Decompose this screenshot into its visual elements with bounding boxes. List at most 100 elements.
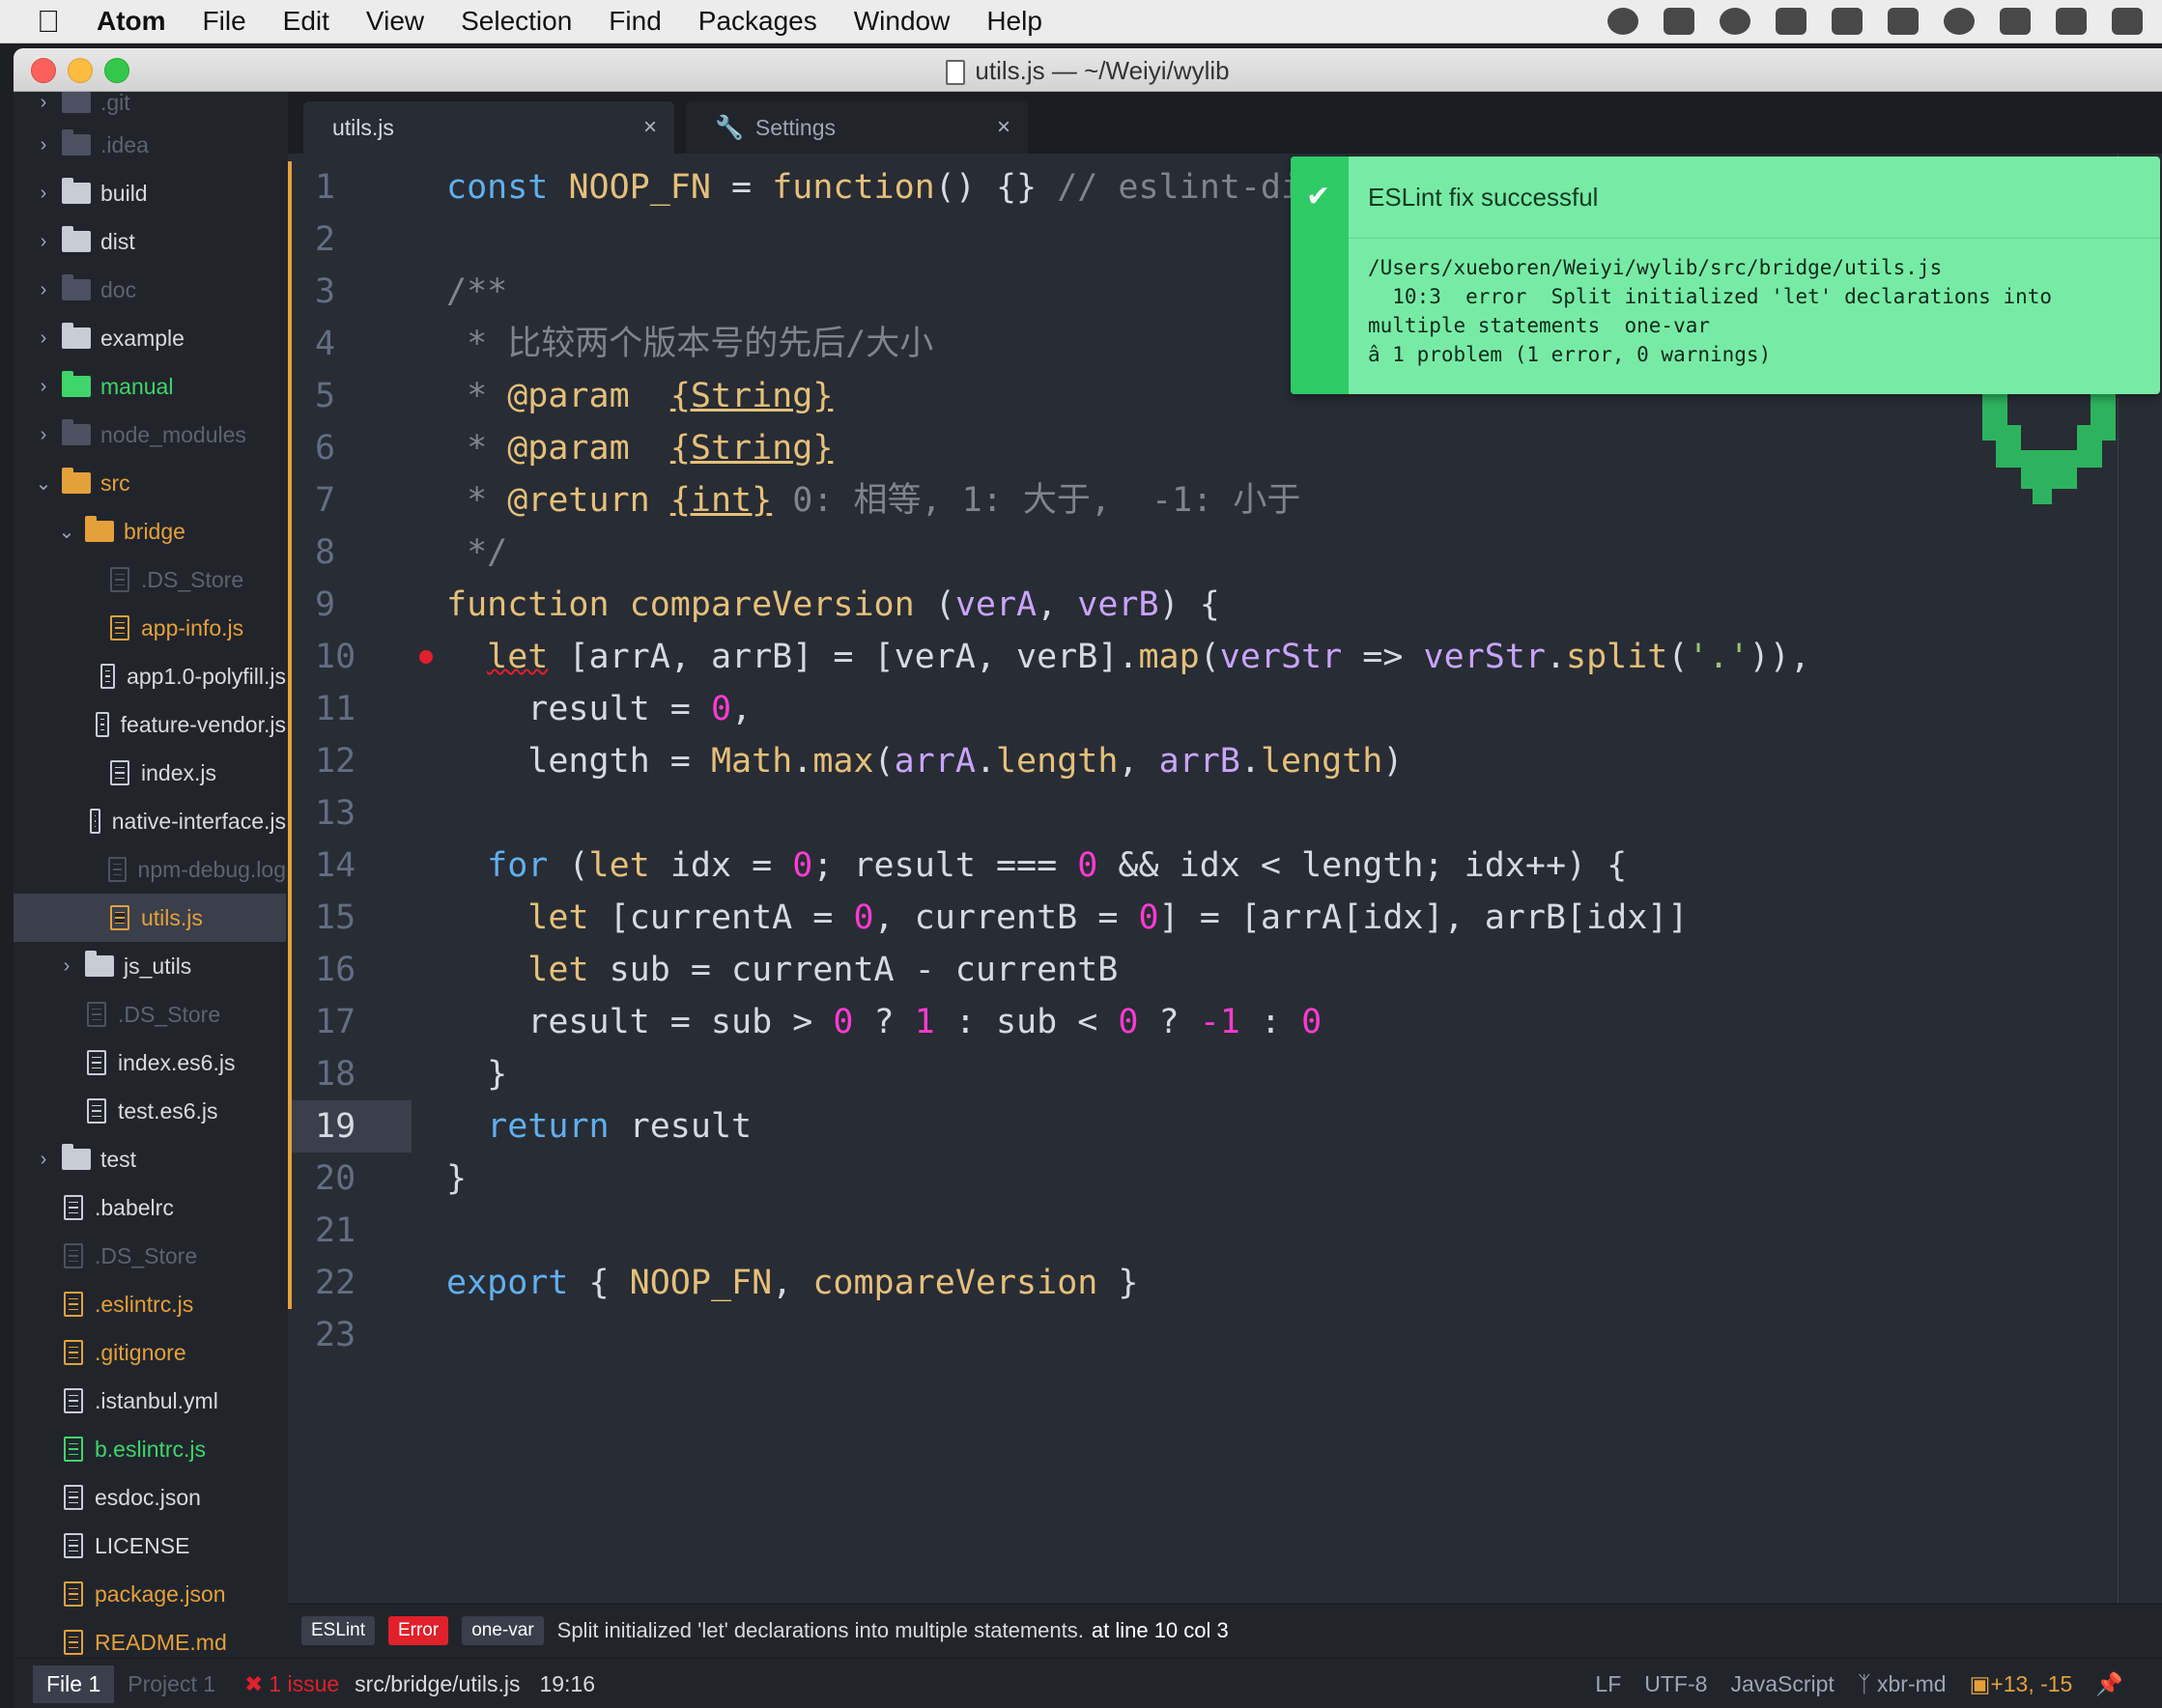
chevron-right-icon[interactable]: › [33,376,54,398]
tree-item[interactable]: › manual [14,362,286,411]
code-line[interactable]: */ [446,527,507,579]
tree-view[interactable]: › .git › .idea › build › dist › doc › example › manua… [14,92,286,1661]
code-line[interactable]: length = Math.max(arrA.length, arrB.leng… [446,735,1403,787]
truck-icon[interactable] [2000,8,2031,35]
issue-count[interactable]: 1 issue [269,1671,339,1697]
code-line[interactable]: export { NOOP_FN, compareVersion } [446,1257,1139,1309]
tree-item[interactable]: › doc [14,266,286,314]
line-number[interactable]: 2 [288,214,412,266]
tree-item[interactable]: README.md [14,1618,286,1661]
tree-item[interactable]: ⌄ src [14,459,286,507]
tree-item[interactable]: package.json [14,1570,286,1618]
tree-item[interactable]: b.eslintrc.js [14,1425,286,1473]
menu-edit[interactable]: Edit [283,6,329,37]
line-number[interactable]: 6 [288,422,412,474]
menu-find[interactable]: Find [609,6,661,37]
tree-item[interactable]: › build [14,169,286,217]
tree-item[interactable]: .istanbul.yml [14,1377,286,1425]
pin-icon[interactable]: 📌 [2095,1671,2123,1697]
tree-item[interactable]: .DS_Store [14,555,286,604]
tree-item[interactable]: .eslintrc.js [14,1280,286,1328]
cloud-icon[interactable] [1944,8,1975,35]
line-number[interactable]: 5 [288,370,412,422]
line-number[interactable]: 3 [288,266,412,318]
tray-app-icon[interactable] [1607,8,1638,35]
tree-item[interactable]: .DS_Store [14,1232,286,1280]
chevron-right-icon[interactable]: › [33,183,54,205]
line-number[interactable]: 18 [288,1048,412,1100]
line-number[interactable]: 13 [288,787,412,840]
tree-item[interactable]: › dist [14,217,286,266]
apple-icon[interactable]:  [0,4,97,40]
tree-item[interactable]: utils.js [14,894,286,942]
line-number[interactable]: 17 [288,996,412,1048]
git-branch[interactable]: ᛉ xbr-md [1858,1671,1947,1697]
linter-rule-badge[interactable]: one-var [462,1616,544,1645]
menu-window[interactable]: Window [854,6,951,37]
error-icon[interactable]: ✖ [244,1671,263,1697]
tree-item[interactable]: › .idea [14,121,286,169]
line-number[interactable]: 8 [288,527,412,579]
code-line[interactable]: result = 0, [446,683,752,735]
line-number[interactable]: 12 [288,735,412,787]
tree-item[interactable]: npm-debug.log [14,845,286,894]
close-tab-icon[interactable]: × [643,114,657,141]
line-number[interactable]: 1 [288,161,412,214]
tree-item[interactable]: › js_utils [14,942,286,990]
chevron-right-icon[interactable]: › [56,955,77,978]
code-line[interactable]: } [446,1153,467,1205]
tree-item[interactable]: app-info.js [14,604,286,652]
tree-item[interactable]: .gitignore [14,1328,286,1377]
file-encoding[interactable]: UTF-8 [1644,1671,1707,1697]
tab-utils-js[interactable]: utils.js × [303,101,674,154]
tree-item[interactable]: › node_modules [14,411,286,459]
tree-item[interactable]: ⌄ bridge [14,507,286,555]
file-path[interactable]: src/bridge/utils.js [355,1671,520,1697]
code-line[interactable]: * @return {int} 0: 相等, 1: 大于, -1: 小于 [446,474,1300,527]
chevron-right-icon[interactable]: › [33,1149,54,1171]
line-number[interactable]: 15 [288,892,412,944]
grammar-selector[interactable]: JavaScript [1730,1671,1834,1697]
code-line[interactable]: function compareVersion (verA, verB) { [446,579,1220,631]
code-line[interactable]: * @param {String} [446,370,833,422]
chevron-right-icon[interactable]: › [33,231,54,253]
tree-item[interactable]: index.es6.js [14,1039,286,1087]
tree-item[interactable]: app1.0-polyfill.js [14,652,286,700]
line-number[interactable]: 22 [288,1257,412,1309]
display-icon[interactable] [1832,8,1863,35]
error-marker-icon[interactable] [419,650,433,664]
tree-item[interactable]: esdoc.json [14,1473,286,1522]
code-line[interactable]: result = sub > 0 ? 1 : sub < 0 ? -1 : 0 [446,996,1322,1048]
bluetooth-icon[interactable] [2112,8,2143,35]
code-line[interactable]: let [currentA = 0, currentB = 0] = [arrA… [446,892,1688,944]
line-number[interactable]: 14 [288,840,412,892]
code-line[interactable]: for (let idx = 0; result === 0 && idx < … [446,840,1627,892]
code-line[interactable]: * 比较两个版本号的先后/大小 [446,318,933,370]
menu-help[interactable]: Help [986,6,1042,37]
code-line[interactable]: } [446,1048,507,1100]
tree-item[interactable]: index.js [14,749,286,797]
line-number[interactable]: 4 [288,318,412,370]
line-number[interactable]: 21 [288,1205,412,1257]
line-number[interactable]: 16 [288,944,412,996]
linter-scope-project[interactable]: Project 1 [114,1665,229,1703]
linter-scope-file[interactable]: File 1 [33,1665,115,1703]
line-number[interactable]: 7 [288,474,412,527]
menu-selection[interactable]: Selection [461,6,572,37]
line-number[interactable]: 20 [288,1153,412,1205]
line-ending[interactable]: LF [1595,1671,1621,1697]
chevron-right-icon[interactable]: › [33,279,54,301]
tree-item[interactable]: LICENSE [14,1522,286,1570]
line-number[interactable]: 19 [288,1100,412,1153]
code-line[interactable]: return result [446,1100,752,1153]
line-number[interactable]: 23 [288,1309,412,1361]
battery-icon[interactable] [2056,8,2087,35]
chevron-right-icon[interactable]: › [33,327,54,350]
window-icon[interactable] [1888,8,1919,35]
menu-file[interactable]: File [203,6,246,37]
tree-item[interactable]: › example [14,314,286,362]
chevron-right-icon[interactable]: › [33,92,54,114]
chevron-right-icon[interactable]: › [33,424,54,446]
linter-location-link[interactable]: at line 10 col 3 [1092,1618,1229,1643]
code-line[interactable]: /** [446,266,507,318]
